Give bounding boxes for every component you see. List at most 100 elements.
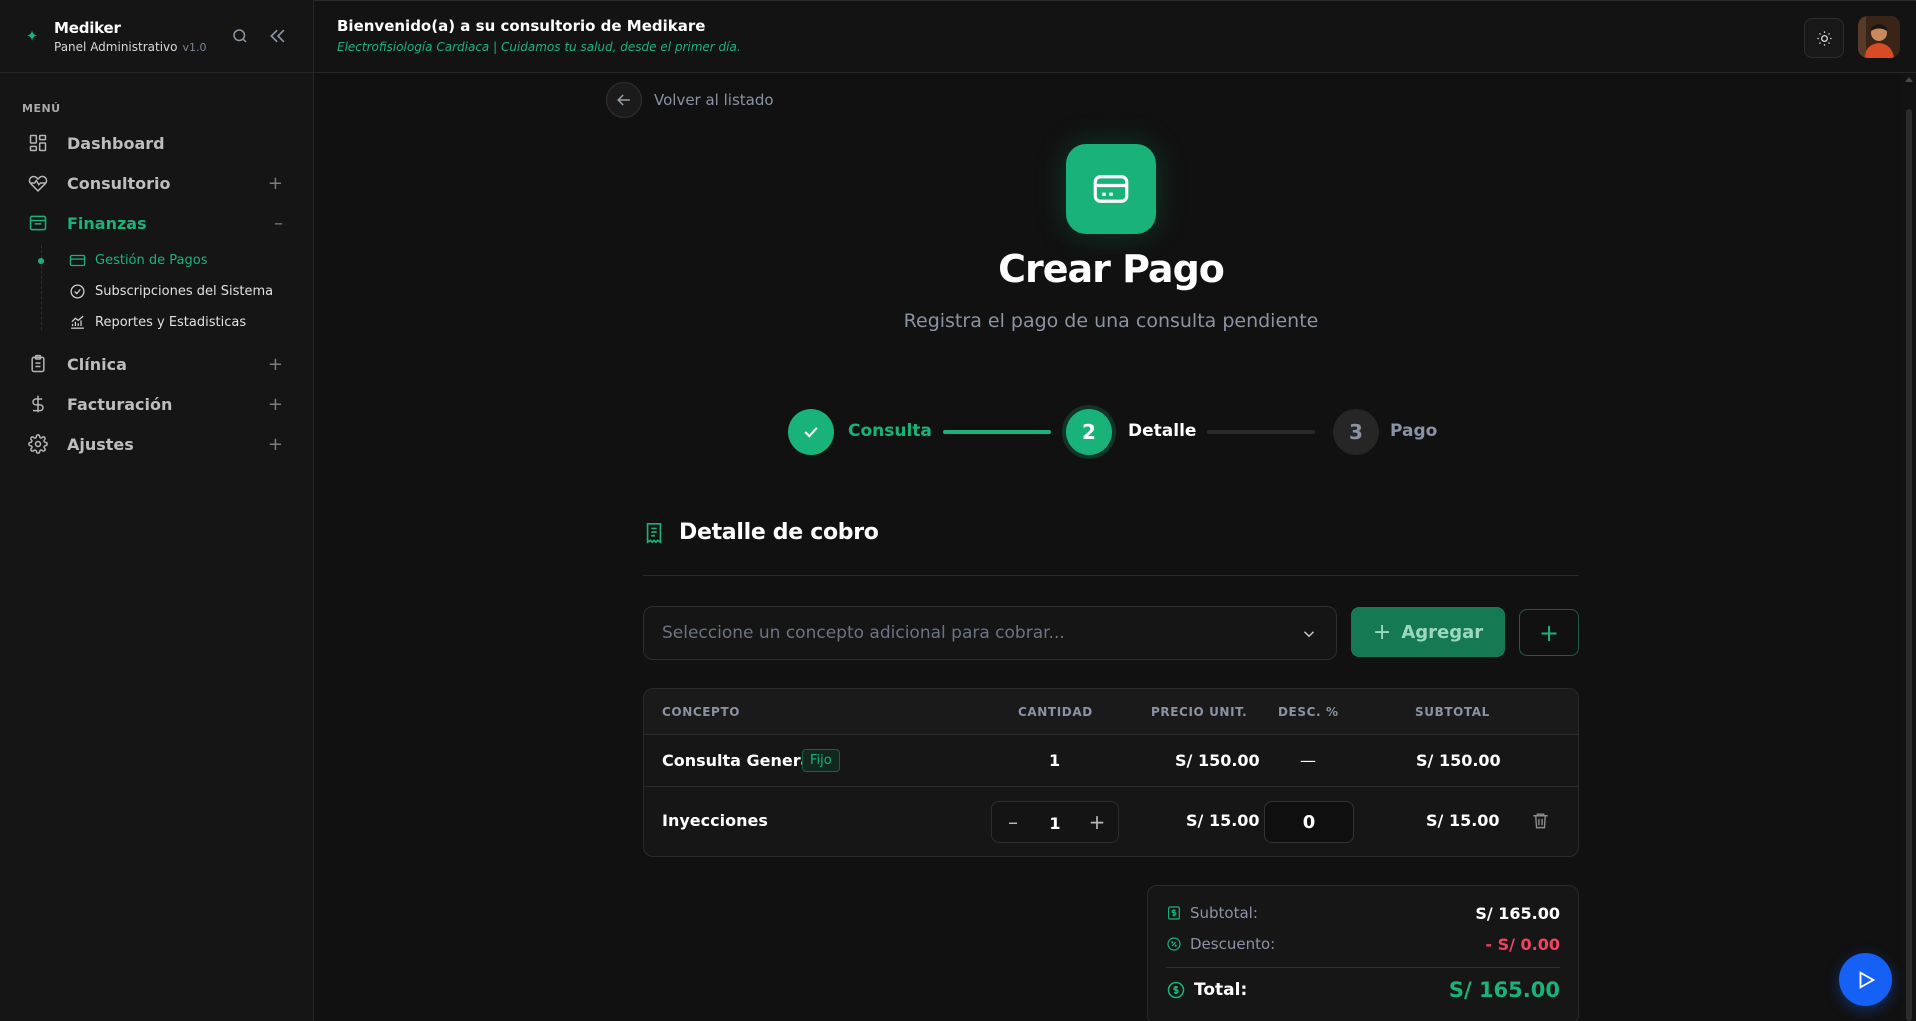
table-header: CONCEPTO CANTIDAD PRECIO UNIT. DESC. % S… <box>644 689 1578 735</box>
theme-toggle-button[interactable] <box>1804 18 1844 58</box>
scroll-thumb[interactable] <box>1906 109 1912 1021</box>
trash-icon[interactable] <box>1531 811 1550 834</box>
discount-value: - S/ 0.00 <box>1485 934 1560 954</box>
add-concept-button[interactable]: + Agregar <box>1351 607 1505 657</box>
add-button-label: Agregar <box>1401 621 1484 643</box>
plus-icon[interactable]: + <box>1086 810 1108 834</box>
brand-subtitle: Panel Administrativo v1.0 <box>54 39 207 54</box>
concept-select[interactable]: Seleccione un concepto adicional para co… <box>643 606 1337 660</box>
plus-icon: + <box>1372 619 1392 645</box>
discount-icon <box>1166 936 1182 952</box>
payment-card-icon <box>1066 144 1156 234</box>
quantity-stepper[interactable]: – 1 + <box>991 801 1119 843</box>
section-detalle-cobro: Detalle de cobro <box>643 520 879 545</box>
receipt-dollar-icon <box>1166 905 1182 921</box>
step-1-circle[interactable] <box>788 409 834 455</box>
discount-input[interactable]: 0 <box>1264 801 1354 843</box>
sidebar-item-label: Facturación <box>67 394 173 414</box>
avatar[interactable] <box>1858 16 1900 58</box>
sidebar-item-finanzas[interactable]: Finanzas – <box>0 203 313 243</box>
expand-icon[interactable]: + <box>268 394 283 415</box>
concept-name: Inyecciones <box>662 811 768 830</box>
step-2-circle[interactable]: 2 <box>1066 409 1112 455</box>
subtotal-label: Subtotal: <box>1190 904 1258 922</box>
brand-version: v1.0 <box>182 40 207 54</box>
payment-summary: Subtotal: S/ 165.00 Descuento: - S/ 0.00… <box>1147 885 1579 1021</box>
step-connector-2 <box>1207 430 1315 434</box>
sidebar-item-ajustes[interactable]: Ajustes + <box>0 424 313 464</box>
step-2-label: Detalle <box>1128 421 1197 441</box>
step-1-label: Consulta <box>848 421 932 441</box>
sidebar-item-label: Clínica <box>67 354 127 374</box>
sidebar-item-label: Finanzas <box>67 213 147 233</box>
leaf-icon: ✦ <box>25 27 39 45</box>
floating-action-button[interactable] <box>1839 953 1892 1006</box>
table-row: Consulta General Fijo 1 S/ 150.00 — S/ 1… <box>644 735 1578 787</box>
charges-table: CONCEPTO CANTIDAD PRECIO UNIT. DESC. % S… <box>643 688 1579 857</box>
back-to-list-link[interactable]: Volver al listado <box>606 82 774 118</box>
sidebar-item-dashboard[interactable]: Dashboard <box>0 123 313 163</box>
scroll-up-arrow[interactable] <box>1905 77 1913 82</box>
page-scrollbar[interactable] <box>1902 73 1916 1021</box>
discount-label: Descuento: <box>1190 935 1276 953</box>
subtotal-value: S/ 165.00 <box>1475 903 1560 923</box>
progress-stepper: Consulta 2 Detalle 3 Pago <box>788 409 1438 455</box>
welcome-text: Bienvenido(a) a su consultorio de Medika… <box>337 17 706 35</box>
step-3-label: Pago <box>1390 421 1438 441</box>
column-header: CONCEPTO <box>662 705 741 719</box>
avatar-image <box>1858 16 1900 58</box>
column-header: CANTIDAD <box>1018 705 1093 719</box>
column-header: DESC. % <box>1278 705 1339 719</box>
concept-name: Consulta General <box>662 751 817 770</box>
back-label: Volver al listado <box>654 91 774 109</box>
expand-icon[interactable]: + <box>268 173 283 194</box>
summary-subtotal-row: Subtotal: S/ 165.00 <box>1166 903 1560 923</box>
discount-value: — <box>1300 751 1316 770</box>
sidebar-item-label: Consultorio <box>67 173 171 193</box>
page-title: Crear Pago <box>998 247 1225 291</box>
sidebar-nav: Dashboard Consultorio + Finanzas – Gesti… <box>0 123 313 464</box>
new-concept-button[interactable]: + <box>1519 609 1579 656</box>
brand: ✦ Mediker Panel Administrativo v1.0 <box>0 0 313 73</box>
receipt-icon <box>643 522 665 544</box>
arrow-left-icon <box>606 82 642 118</box>
total-label: Total: <box>1194 980 1248 1000</box>
unit-price: S/ 150.00 <box>1175 751 1260 770</box>
summary-discount-row: Descuento: - S/ 0.00 <box>1166 934 1560 954</box>
step-connector-1 <box>943 430 1051 434</box>
table-row: Inyecciones – 1 + S/ 15.00 0 S/ 15.00 <box>644 787 1578 856</box>
row-subtotal: S/ 150.00 <box>1416 751 1501 770</box>
section-divider <box>643 575 1579 576</box>
collapse-icon[interactable]: – <box>274 213 283 234</box>
column-header: PRECIO UNIT. <box>1151 705 1248 719</box>
sidebar: ✦ Mediker Panel Administrativo v1.0 MENÚ … <box>0 0 314 1021</box>
unit-price: S/ 15.00 <box>1186 811 1260 830</box>
expand-icon[interactable]: + <box>268 434 283 455</box>
expand-icon[interactable]: + <box>268 354 283 375</box>
page-subtitle: Registra el pago de una consulta pendien… <box>903 310 1319 332</box>
sidebar-item-facturacion[interactable]: Facturación + <box>0 384 313 424</box>
top-header: Bienvenido(a) a su consultorio de Medika… <box>314 0 1916 73</box>
sidebar-item-clinica[interactable]: Clínica + <box>0 344 313 384</box>
column-header: SUBTOTAL <box>1415 705 1490 719</box>
double-chevron-left-icon[interactable] <box>267 25 289 47</box>
total-value: S/ 165.00 <box>1448 978 1560 1002</box>
brand-name: Mediker <box>54 18 121 37</box>
step-3-circle[interactable]: 3 <box>1333 409 1379 455</box>
summary-divider <box>1166 967 1560 968</box>
sidebar-item-consultorio[interactable]: Consultorio + <box>0 163 313 203</box>
menu-label: MENÚ <box>22 102 61 115</box>
chevron-down-icon <box>1300 625 1318 647</box>
section-title: Detalle de cobro <box>679 520 879 545</box>
fixed-badge: Fijo <box>802 749 840 772</box>
summary-total-row: Total: S/ 165.00 <box>1166 978 1560 1002</box>
dollar-icon <box>28 394 48 414</box>
tagline-text: Electrofisiología Cardiaca | Cuidamos tu… <box>337 40 741 54</box>
inbox-icon <box>28 213 48 233</box>
select-placeholder: Seleccione un concepto adicional para co… <box>662 623 1065 643</box>
search-icon[interactable] <box>229 25 251 47</box>
plus-icon: + <box>1538 618 1560 647</box>
quantity-value: 1 <box>1049 751 1061 770</box>
sidebar-item-label: Dashboard <box>67 133 165 153</box>
check-icon <box>801 422 821 442</box>
